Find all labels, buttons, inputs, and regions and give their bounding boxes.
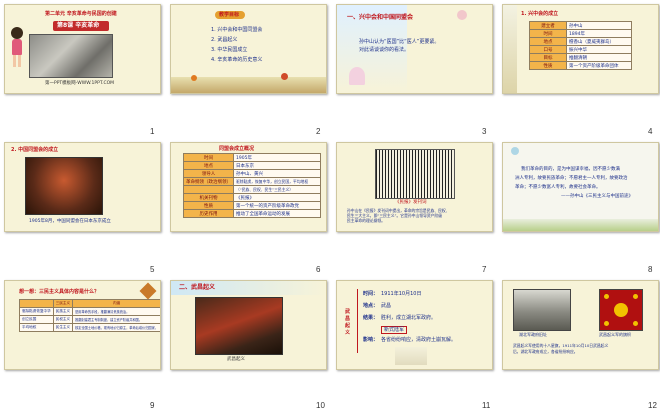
slide-thumbnail-12[interactable]: 湖北军政府旧址 武昌起义军的旗帜 武昌起义军使用的十八星旗，1911年10月10… — [502, 280, 659, 370]
slide-number-7: 7 — [482, 265, 487, 274]
wuchang-uprising-painting — [195, 297, 283, 355]
quote-line: 革命；不愿少数富人专利，故要社会革命。 — [515, 185, 601, 190]
sculpture-relief-image — [29, 34, 113, 78]
left-photo-caption: 湖北军政府旧址 — [519, 332, 547, 337]
flower-decoration-icon — [349, 67, 365, 85]
slide-number-3: 3 — [482, 127, 487, 136]
photo-caption: 1905年8月，中国同盟会在日本东京成立 — [29, 219, 111, 224]
slide-number-6: 6 — [316, 265, 321, 274]
body-line: 民主革命的理论纲领。 — [347, 218, 385, 223]
goal-item: 1. 兴中会和中国同盟会 — [211, 27, 263, 33]
template-footer: 第一PPT模板网-WWW.1PPT.COM — [45, 81, 115, 86]
lesson-badge: 第8课 辛亥革命 — [53, 21, 109, 31]
slide-thumbnail-4[interactable]: 1. 兴中会的成立 建立者 孙中山 时间 1894年 地点 檀香山（夏威夷群岛） 口号… — [502, 4, 659, 94]
slide-thumbnail-10[interactable]: 二、武昌起义 武昌起义 — [170, 280, 327, 370]
slide-number-12: 12 — [648, 401, 657, 410]
slide-thumbnail-5[interactable]: 2. 中国同盟会的成立 1905年8月，中国同盟会在日本东京成立 — [4, 142, 161, 232]
slide-thumbnail-7[interactable]: 《民报》发刊词 孙中山在《民报》发刊词中提出，革命的宗旨是民族、民权、 民生三大… — [336, 142, 493, 232]
three-principles-table: 三民主义 内涵 驱除鞑虏恢复中华 民族主义 是用革命的手段，推翻满清贵族统治。 … — [19, 299, 160, 332]
slide-number-1: 1 — [150, 127, 155, 136]
slide-thumbnail-9[interactable]: 想一想：三民主义具体内容是什么？ 三民主义 内涵 驱除鞑虏恢复中华 民族主义 是… — [4, 280, 161, 370]
section-title: 二、武昌起义 — [179, 284, 216, 291]
slide-number-11: 11 — [482, 401, 491, 410]
ornament-icon — [139, 282, 157, 300]
body-line: 对此请谈谈你的看法。 — [359, 47, 410, 53]
section-title: 1. 兴中会的成立 — [521, 11, 559, 17]
goal-item: 4. 辛亥革命的历史意义 — [211, 57, 263, 63]
section-title: 同盟会成立概况 — [219, 146, 255, 152]
quote-line: 我们革命的目的，是为中国谋幸福，因不愿少数满 — [521, 167, 620, 172]
unit-title: 第二单元 辛亥革命与民国的创建 — [45, 11, 117, 17]
quote-source: ——孙中山《三民主义与中国前途》 — [561, 194, 633, 199]
section-title: 2. 中国同盟会的成立 — [11, 147, 59, 153]
right-photo-caption: 武昌起义军的旗帜 — [599, 332, 631, 337]
alliance-table: 时间 1905年 地点 日本东京 领导人 孙中山、黄兴 革命纲领（政治纲领） 驱除鞑虏，… — [183, 153, 321, 218]
goal-item: 3. 中华民国成立 — [211, 47, 248, 53]
slide-number-10: 10 — [316, 401, 325, 410]
grass-decoration — [503, 219, 658, 231]
eighteen-star-flag — [599, 289, 643, 331]
section-title: 一、兴中会和中国同盟会 — [347, 14, 414, 21]
military-government-building-photo — [513, 289, 571, 331]
minbao-manifesto-image — [375, 149, 455, 199]
quote-line: 洲人专利，故要民族革命；不愿君主一人专利，故要政治 — [515, 176, 628, 181]
slide-number-8: 8 — [648, 265, 653, 274]
body-line: 孙中山认为“医国”比“医人”更要紧。 — [359, 39, 440, 45]
goal-heading-badge: 教学目标 — [215, 11, 245, 19]
goal-item: 2. 武昌起义 — [211, 37, 238, 43]
slide-number-5: 5 — [150, 265, 155, 274]
presenter-head-icon — [11, 27, 23, 39]
founding-table: 建立者 孙中山 时间 1894年 地点 檀香山（夏威夷群岛） 口号 振兴中华 目标 推翻清… — [529, 21, 632, 70]
presenter-body-icon — [12, 39, 22, 55]
slide-thumbnail-1[interactable]: 第二单元 辛亥革命与民国的创建 第8课 辛亥革命 第一PPT模板网-WWW.1P… — [4, 4, 161, 94]
slide-thumbnail-3[interactable]: 一、兴中会和中国同盟会 孙中山认为“医国”比“医人”更要紧。 对此请谈谈你的看法… — [336, 4, 493, 94]
highlight-box: 新式陆军 — [381, 326, 408, 334]
slide-thumbnail-11[interactable]: 武昌起义 时间： 1911年10月10日 地点： 武昌 结果： 胜利，成立湖北军… — [336, 280, 493, 370]
faded-building-decoration — [395, 347, 427, 365]
slide-thumbnail-6[interactable]: 同盟会成立概况 时间 1905年 地点 日本东京 领导人 孙中山、黄兴 革命纲领（政治… — [170, 142, 327, 232]
image-caption: 《民报》发刊词 — [395, 200, 427, 205]
side-label: 武昌起义 — [345, 309, 351, 336]
slide-number-4: 4 — [648, 127, 653, 136]
slide-number-2: 2 — [316, 127, 321, 136]
painting-caption: 武昌起义 — [227, 357, 245, 362]
body-line: 后，湖北军政府成立，各省纷纷响应。 — [513, 349, 578, 354]
slide-thumbnail-2[interactable]: 教学目标 1. 兴中会和中国同盟会 2. 武昌起义 3. 中华民国成立 4. 辛… — [170, 4, 327, 94]
tokyo-meeting-photo — [25, 157, 103, 215]
slide-sorter-grid: 第二单元 辛亥革命与民国的创建 第8课 辛亥革命 第一PPT模板网-WWW.1P… — [0, 0, 660, 410]
question-title: 想一想：三民主义具体内容是什么？ — [19, 289, 100, 295]
slide-thumbnail-8[interactable]: 我们革命的目的，是为中国谋幸福，因不愿少数满 洲人专利，故要民族革命；不愿君主一… — [502, 142, 659, 232]
slide-number-9: 9 — [150, 401, 155, 410]
